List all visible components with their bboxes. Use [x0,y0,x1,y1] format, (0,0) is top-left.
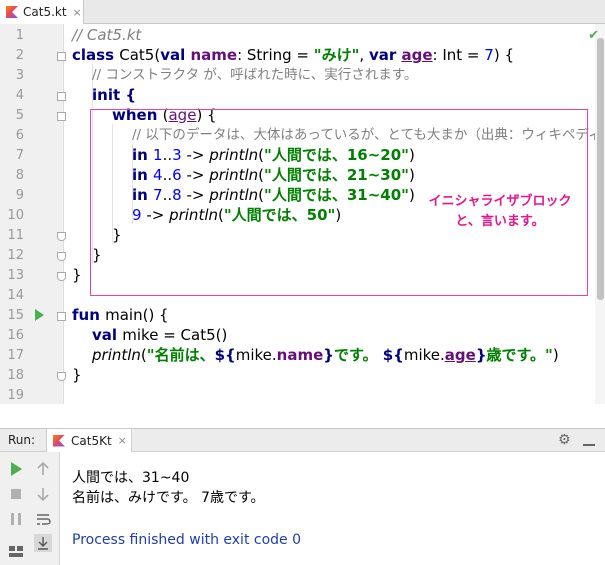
run-panel-header: Run: Cat5Kt × ⚙ [0,428,605,452]
run-toolbar [0,452,60,565]
editor-tab-bar: Cat5.kt × [0,0,605,24]
run-tab-label: Cat5Kt [71,433,112,448]
fold-marker-icon[interactable] [57,372,66,381]
scroll-to-end-icon[interactable] [34,534,52,552]
fold-marker-icon[interactable] [57,312,66,321]
minimize-icon[interactable] [582,433,596,447]
down-arrow-icon[interactable] [34,485,52,503]
line-number: 8 [15,168,24,183]
fold-marker-icon[interactable] [57,92,66,101]
line-number: 2 [15,48,24,63]
code-line-15: fun main() { [72,306,169,324]
line-number: 12 [7,248,24,263]
pause-icon[interactable] [7,510,25,528]
code-editor[interactable]: 1 2 3 4 5 6 7 8 9 10 11 12 13 14 15 16 1… [0,24,605,404]
line-number: 10 [7,208,24,223]
annotation-line-1: イニシャライザブロック [428,194,572,209]
line-number: 4 [15,88,24,103]
line-number: 18 [7,368,24,383]
kotlin-file-icon [6,6,18,18]
file-tab-label: Cat5.kt [23,5,67,19]
code-line-17: println("名前は、${mike.name}です。 ${mike.age}… [92,346,559,364]
line-number: 13 [7,268,24,283]
line-number: 5 [15,108,24,123]
annotation-callout: イニシャライザブロック と、言います。 [400,192,600,232]
line-number: 15 [7,308,24,323]
line-number: 3 [15,68,24,83]
line-number: 7 [15,148,24,163]
code-line-1: // Cat5.kt [72,26,142,44]
console-line: 人間では、31~40 [72,470,190,486]
code-line-16: val mike = Cat5() [92,326,228,344]
inspection-ok-icon[interactable]: ✔ [588,28,599,43]
fold-marker-icon[interactable] [57,272,66,281]
console-output[interactable]: 人間では、31~40 名前は、みけです。 7歳です。 [72,468,265,508]
stop-icon[interactable] [7,485,25,503]
fold-marker-icon[interactable] [57,232,66,241]
fold-marker-icon[interactable] [57,252,66,261]
code-line-4: init { [92,86,137,104]
close-icon[interactable]: × [73,6,82,19]
process-finished-message: Process finished with exit code 0 [72,532,302,548]
fold-marker-icon[interactable] [57,52,66,61]
console-line: 名前は、みけです。 7歳です。 [72,490,265,506]
line-number: 16 [7,328,24,343]
line-number: 11 [7,228,24,243]
code-line-13: } [72,266,82,284]
fold-marker-icon[interactable] [57,112,66,121]
run-label: Run: [8,433,36,447]
line-number: 14 [7,288,24,303]
run-main-icon[interactable] [35,309,44,321]
file-tab-cat5-kt[interactable]: Cat5.kt × [0,0,84,24]
annotation-line-2: と、言います。 [455,214,545,229]
scrollbar-thumb[interactable] [597,38,604,300]
line-number: 17 [7,348,24,363]
line-number: 19 [7,388,24,403]
code-line-3: // コンストラクタ が、呼ばれた時に、実行されます。 [92,67,418,83]
run-tab-cat5kt[interactable]: Cat5Kt × [46,429,132,452]
line-number: 1 [15,28,24,43]
layout-icon[interactable] [7,542,25,560]
code-line-2: class Cat5(val name: String = "みけ", var … [72,46,514,64]
kotlin-run-config-icon [53,434,65,447]
line-number: 6 [15,128,24,143]
line-number-gutter: 1 2 3 4 5 6 7 8 9 10 11 12 13 14 15 16 1… [0,24,66,404]
line-number: 9 [15,188,24,203]
gear-icon[interactable]: ⚙ [558,432,571,448]
close-icon[interactable]: × [118,434,127,447]
up-arrow-icon[interactable] [34,460,52,478]
soft-wrap-icon[interactable] [34,510,52,528]
code-line-18: } [72,366,82,384]
rerun-icon[interactable] [7,460,25,478]
